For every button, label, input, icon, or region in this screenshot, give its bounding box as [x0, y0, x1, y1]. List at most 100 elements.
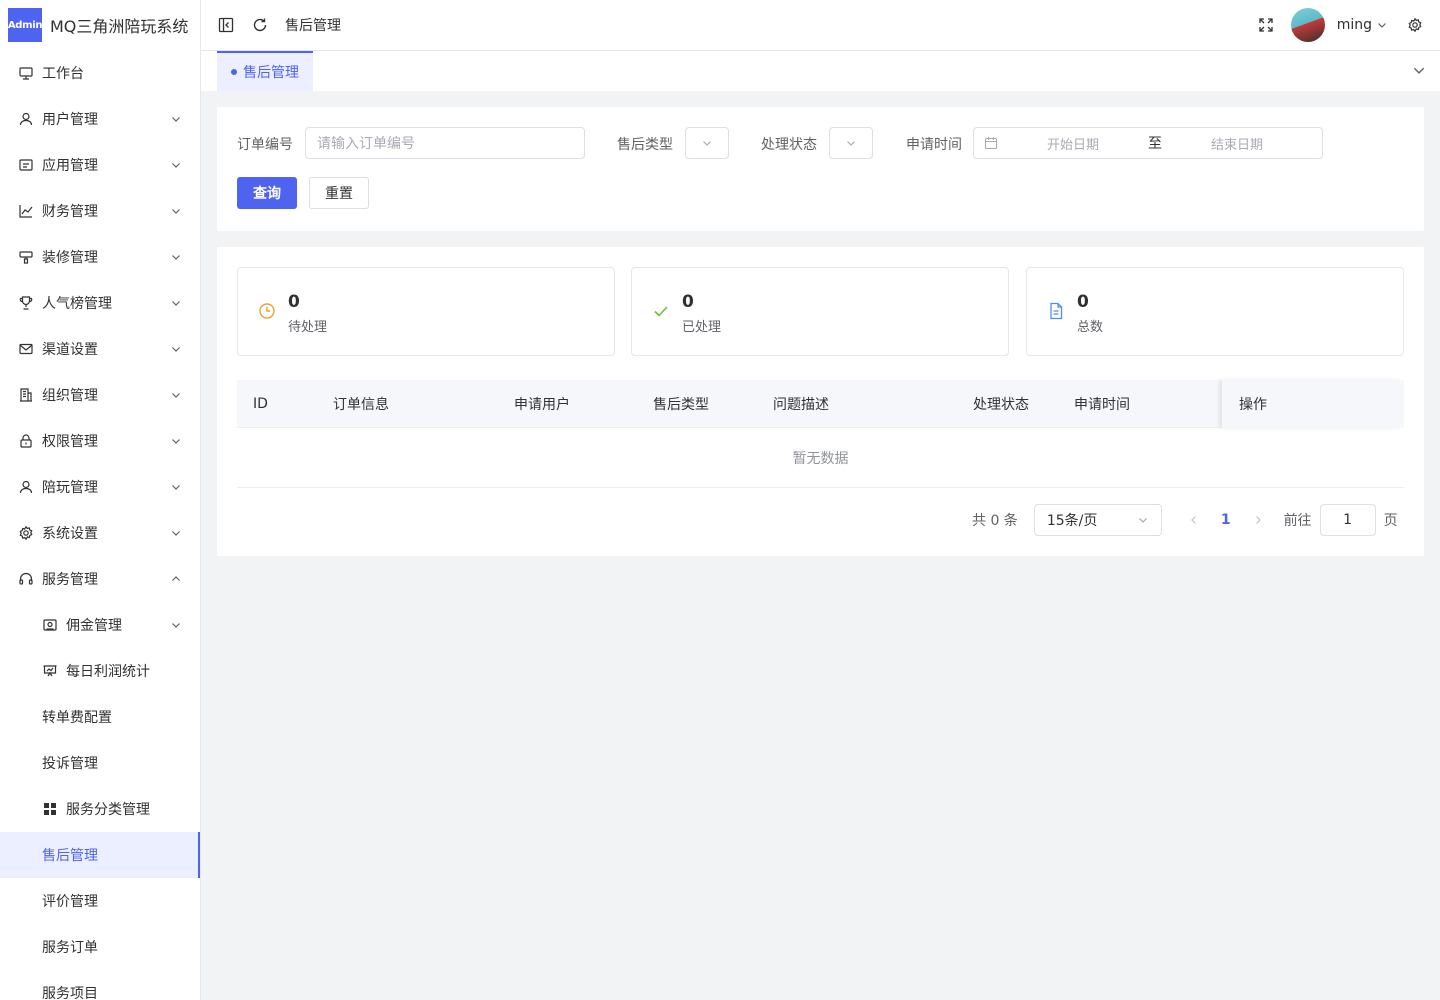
- range-separator: 至: [1148, 136, 1162, 152]
- sidebar-item-workbench[interactable]: 工作台: [0, 50, 200, 96]
- sidebar-subitem-service-categories[interactable]: 服务分类管理: [0, 786, 200, 832]
- document-icon: [1047, 302, 1065, 320]
- page-size-select[interactable]: 15条/页: [1033, 504, 1162, 536]
- user-menu[interactable]: ming: [1337, 17, 1388, 33]
- chevron-up-icon: [170, 573, 182, 585]
- end-date-input[interactable]: 结束日期: [1162, 134, 1312, 153]
- goto-page-input[interactable]: 1: [1319, 504, 1376, 536]
- sidebar-item-label: 应用管理: [42, 158, 98, 174]
- sidebar-item-label: 佣金管理: [66, 618, 122, 634]
- sidebar-item-label: 用户管理: [42, 112, 98, 128]
- sidebar-item-organization[interactable]: 组织管理: [0, 372, 200, 418]
- sidebar-item-apps[interactable]: 应用管理: [0, 142, 200, 188]
- sidebar-subitem-daily-profit[interactable]: 每日利润统计: [0, 648, 200, 694]
- empty-state: 暂无数据: [237, 428, 1404, 488]
- type-select[interactable]: [685, 127, 729, 159]
- date-range-picker[interactable]: 开始日期 至 结束日期: [973, 127, 1323, 159]
- stat-value: 0: [288, 292, 300, 312]
- column-header: 售后类型: [653, 397, 709, 413]
- column-header: 申请时间: [1074, 397, 1130, 413]
- sidebar-item-label: 财务管理: [42, 204, 98, 220]
- next-page-icon[interactable]: [1252, 514, 1264, 526]
- lock-icon: [18, 433, 34, 449]
- sidebar-item-permissions[interactable]: 权限管理: [0, 418, 200, 464]
- prev-page-icon[interactable]: [1188, 514, 1200, 526]
- sidebar-subitem-commission[interactable]: 佣金管理: [0, 602, 200, 648]
- chevron-down-icon: [170, 481, 182, 493]
- sidebar-subitem-service-orders[interactable]: 服务订单: [0, 924, 200, 970]
- calendar-icon: [984, 136, 998, 150]
- order-no-input[interactable]: 请输入订单编号: [305, 127, 585, 159]
- sidebar-item-decoration[interactable]: 装修管理: [0, 234, 200, 280]
- column-header: 问题描述: [773, 397, 829, 413]
- sidebar-item-companions[interactable]: 陪玩管理: [0, 464, 200, 510]
- chevron-down-icon: [170, 159, 182, 171]
- chevron-down-icon[interactable]: [1412, 63, 1426, 77]
- sidebar-subitem-complaints[interactable]: 投诉管理: [0, 740, 200, 786]
- stat-total: 0 总数: [1026, 267, 1404, 356]
- sidebar-item-services[interactable]: 服务管理: [0, 556, 200, 602]
- sidebar-item-label: 系统设置: [42, 526, 98, 542]
- chevron-down-icon: [845, 137, 857, 149]
- avatar[interactable]: [1290, 8, 1325, 42]
- stat-processed: 0 已处理: [631, 267, 1009, 356]
- column-header: ID: [253, 396, 268, 412]
- grid-icon: [42, 801, 58, 817]
- type-label: 售后类型: [617, 137, 673, 153]
- sidebar-subitem-reviews[interactable]: 评价管理: [0, 878, 200, 924]
- stat-label: 待处理: [288, 320, 328, 335]
- username: ming: [1336, 17, 1372, 33]
- sidebar-subitem-transfer-fee[interactable]: 转单费配置: [0, 694, 200, 740]
- sidebar-item-users[interactable]: 用户管理: [0, 96, 200, 142]
- tabs-bar: 售后管理: [201, 51, 1440, 91]
- refresh-icon[interactable]: [251, 16, 269, 34]
- query-button[interactable]: 查询: [237, 177, 297, 209]
- chevron-down-icon: [1137, 514, 1149, 526]
- sidebar-item-finance[interactable]: 财务管理: [0, 188, 200, 234]
- chevron-down-icon: [170, 389, 182, 401]
- start-date-input[interactable]: 开始日期: [998, 134, 1148, 153]
- chevron-down-icon: [170, 205, 182, 217]
- presentation-icon: [42, 663, 58, 679]
- time-label: 申请时间: [906, 137, 962, 153]
- chevron-down-icon: [170, 435, 182, 447]
- pagination: 共 0 条 15条/页 1 前往 1 页: [972, 504, 1398, 536]
- tab-after-sales[interactable]: 售后管理: [217, 51, 313, 91]
- chevron-down-icon: [170, 297, 182, 309]
- collapse-sidebar-icon[interactable]: [217, 16, 235, 34]
- status-select[interactable]: [829, 127, 873, 159]
- sidebar-item-system-settings[interactable]: 系统设置: [0, 510, 200, 556]
- sidebar-item-label: 售后管理: [42, 848, 98, 864]
- search-form: 订单编号 请输入订单编号 售后类型 处理状态 申请时间 开始日期 至 结束日期 …: [217, 107, 1424, 231]
- brand-logo: Admin: [8, 8, 42, 42]
- sidebar-item-ranking[interactable]: 人气榜管理: [0, 280, 200, 326]
- total-count: 共 0 条: [972, 513, 1018, 529]
- sidebar: Admin MQ三角洲陪玩系统 工作台 用户管理 应用管理 财务管理 装修管理 …: [0, 0, 201, 1000]
- sidebar-item-label: 服务管理: [42, 572, 98, 588]
- user-icon: [18, 479, 34, 495]
- sidebar-item-label: 服务分类管理: [66, 802, 150, 818]
- gear-icon[interactable]: [1406, 16, 1424, 34]
- page-number-current[interactable]: 1: [1221, 512, 1231, 528]
- fullscreen-icon[interactable]: [1257, 16, 1275, 34]
- column-header: 订单信息: [333, 397, 389, 413]
- sidebar-item-channels[interactable]: 渠道设置: [0, 326, 200, 372]
- chevron-down-icon: [170, 113, 182, 125]
- sidebar-item-label: 渠道设置: [42, 342, 98, 358]
- sidebar-item-label: 投诉管理: [42, 756, 98, 772]
- sidebar-item-label: 每日利润统计: [66, 664, 150, 680]
- sidebar-item-label: 人气榜管理: [42, 296, 112, 312]
- monitor-icon: [18, 65, 34, 81]
- stat-label: 已处理: [682, 320, 722, 335]
- app-icon: [18, 157, 34, 173]
- sidebar-subitem-service-items[interactable]: 服务项目: [0, 970, 200, 1000]
- check-icon: [652, 302, 670, 320]
- reset-button[interactable]: 重置: [309, 177, 369, 209]
- stat-label: 总数: [1077, 320, 1104, 335]
- sidebar-item-label: 装修管理: [42, 250, 98, 266]
- brush-icon: [18, 249, 34, 265]
- page-unit-label: 页: [1383, 513, 1398, 529]
- sidebar-subitem-after-sales[interactable]: 售后管理: [0, 832, 200, 878]
- table-header: ID 订单信息 申请用户 售后类型 问题描述 处理状态 申请时间 操作: [237, 380, 1404, 428]
- sidebar-item-label: 权限管理: [42, 434, 98, 450]
